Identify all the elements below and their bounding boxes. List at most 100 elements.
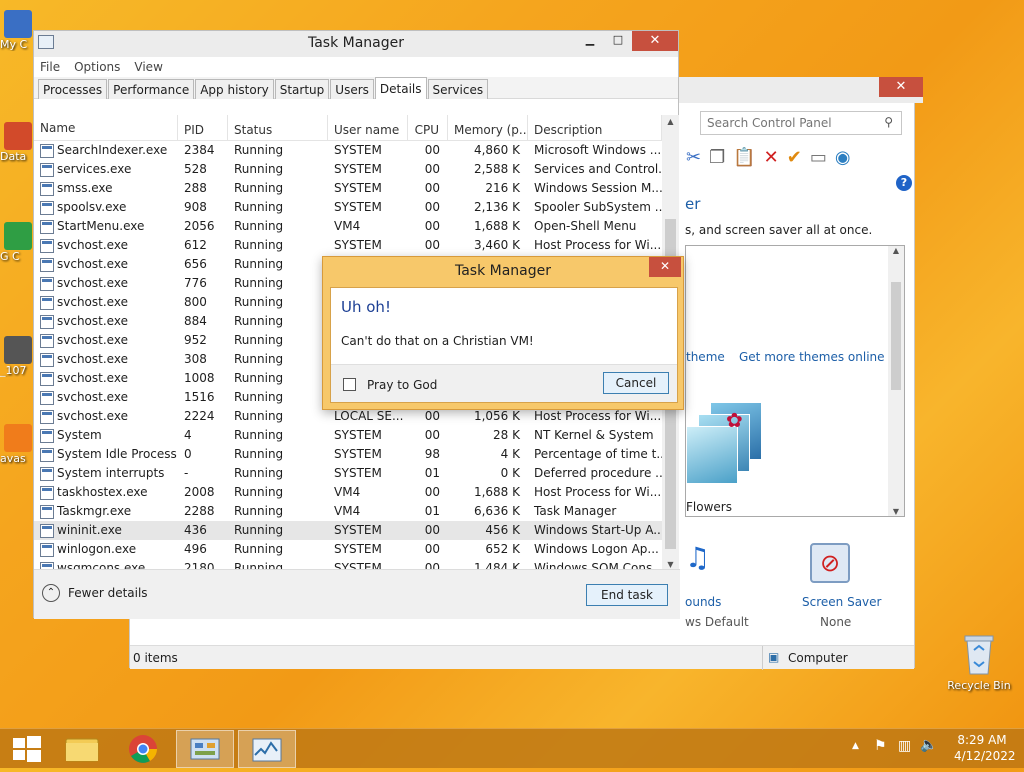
paste-icon[interactable]: 📋	[733, 147, 755, 173]
tab-app-history[interactable]: App history	[195, 79, 274, 99]
table-cell: Percentage of time t...	[534, 447, 662, 461]
table-cell: 1,688 K	[473, 485, 520, 499]
taskbar-task-manager[interactable]	[238, 730, 296, 768]
taskbar: ▲ ⚑ ▥ 🔈 8:29 AM 4/12/2022	[0, 728, 1024, 768]
desktop-icon[interactable]: My C	[0, 10, 34, 51]
tab-users[interactable]: Users	[330, 79, 374, 99]
table-row[interactable]: services.exe 528 Running SYSTEM 00 2,588 K Ser…	[34, 160, 662, 179]
menu-item-view[interactable]: View	[134, 57, 162, 77]
table-cell: 652 K	[485, 542, 520, 556]
table-cell: svchost.exe	[34, 255, 178, 274]
theme-list[interactable]: theme Get more themes online ✿ Flowers ▲…	[685, 245, 905, 517]
column-header[interactable]: CPU	[408, 115, 448, 140]
scissors-icon[interactable]: ✂	[686, 147, 701, 173]
table-row[interactable]: StartMenu.exe 2056 Running VM4 00 1,688 K Open…	[34, 217, 662, 236]
error-dialog[interactable]: Task Manager ✕ Uh oh! Can't do that on a…	[322, 256, 684, 410]
pray-checkbox[interactable]	[343, 378, 356, 391]
process-name: spoolsv.exe	[57, 200, 127, 214]
table-row[interactable]: smss.exe 288 Running SYSTEM 00 216 K Windows S…	[34, 179, 662, 198]
delete-icon[interactable]: ✕	[764, 147, 779, 173]
help-icon[interactable]: ?	[896, 175, 912, 191]
get-more-themes-link[interactable]: Get more themes online	[739, 350, 885, 364]
search-icon[interactable]: ⚲	[884, 115, 893, 129]
maximize-button[interactable]: □	[604, 31, 632, 51]
sounds-link[interactable]: ounds	[685, 595, 721, 609]
tab-details[interactable]: Details	[374, 77, 427, 99]
folder-icon	[65, 738, 99, 762]
fewer-details-toggle[interactable]: ⌃ Fewer details	[42, 584, 148, 602]
search-input[interactable]	[707, 113, 877, 133]
clock-time: 8:29 AM	[957, 733, 1007, 747]
table-row[interactable]: Taskmgr.exe 2288 Running VM4 01 6,636 K Task M…	[34, 502, 662, 521]
table-cell: SYSTEM	[334, 428, 382, 442]
table-row[interactable]: SearchIndexer.exe 2384 Running SYSTEM 00 4,86…	[34, 141, 662, 160]
column-header[interactable]: PID	[178, 115, 228, 140]
network-icon[interactable]: ▥	[898, 738, 911, 754]
task-manager-titlebar[interactable]: Task Manager ▁ □ ✕	[34, 31, 678, 57]
action-center-flag-icon[interactable]: ⚑	[874, 738, 887, 754]
dialog-titlebar[interactable]: Task Manager ✕	[323, 257, 683, 285]
end-task-button[interactable]: End task	[586, 584, 668, 606]
flowers-theme-thumbnail[interactable]: ✿	[686, 400, 762, 490]
tab-startup[interactable]: Startup	[274, 79, 330, 99]
screen-saver-icon[interactable]: ⊘	[810, 543, 850, 583]
table-row[interactable]: wininit.exe 436 Running SYSTEM 00 456 K Window…	[34, 521, 662, 540]
recycle-bin[interactable]: Recycle Bin	[944, 632, 1014, 692]
clock[interactable]: 8:29 AM 4/12/2022	[954, 733, 1016, 763]
table-cell: 3,460 K	[473, 238, 520, 252]
table-cell: SYSTEM	[334, 466, 382, 480]
column-header[interactable]: User name	[328, 115, 408, 140]
taskbar-chrome[interactable]	[114, 730, 172, 768]
save-theme-link[interactable]: theme	[686, 350, 725, 364]
table-row[interactable]: taskhostex.exe 2008 Running VM4 00 1,688 K Hos…	[34, 483, 662, 502]
tab-processes[interactable]: Processes	[38, 79, 108, 99]
desktop-icon[interactable]: avas	[0, 424, 34, 465]
menu-item-options[interactable]: Options	[74, 57, 120, 77]
taskbar-control-panel[interactable]	[176, 730, 234, 768]
column-header[interactable]: Description	[528, 115, 662, 140]
chevron-up-icon[interactable]: ⌃	[42, 584, 60, 602]
table-row[interactable]: System interrupts - Running SYSTEM 01 0 K Defe…	[34, 464, 662, 483]
dialog-close-button[interactable]: ✕	[649, 257, 681, 277]
table-row[interactable]: System 4 Running SYSTEM 00 28 K NT Kernel & Sy…	[34, 426, 662, 445]
show-hidden-icons[interactable]: ▲	[852, 741, 859, 751]
minimize-button[interactable]: ▁	[576, 31, 604, 51]
check-icon[interactable]: ✔	[787, 147, 802, 173]
fewer-details-label[interactable]: Fewer details	[68, 586, 148, 600]
column-header[interactable]: Name	[34, 115, 178, 140]
control-panel-close-button[interactable]: ✕	[879, 77, 923, 97]
menu-item-file[interactable]: File	[40, 57, 60, 77]
table-cell: svchost.exe	[34, 407, 178, 426]
column-header[interactable]: Status	[228, 115, 328, 140]
table-row[interactable]: spoolsv.exe 908 Running SYSTEM 00 2,136 K Spoo…	[34, 198, 662, 217]
close-button[interactable]: ✕	[632, 31, 678, 51]
table-row[interactable]: svchost.exe 612 Running SYSTEM 00 3,460 K Host…	[34, 236, 662, 255]
desktop-icon[interactable]: Data	[0, 122, 34, 163]
desktop-icon[interactable]: G C	[0, 222, 34, 263]
table-row[interactable]: System Idle Process 0 Running SYSTEM 98 4 K Pe…	[34, 445, 662, 464]
tab-performance[interactable]: Performance	[108, 79, 195, 99]
table-row[interactable]: wsqmcons.exe 2180 Running SYSTEM 00 1,484 K Wi…	[34, 559, 662, 569]
process-icon	[40, 200, 54, 215]
column-header[interactable]: Memory (p...	[448, 115, 528, 140]
properties-icon[interactable]: ▭	[810, 147, 827, 173]
process-name: services.exe	[57, 162, 132, 176]
control-panel-search[interactable]: ⚲	[700, 111, 902, 135]
table-cell: 28 K	[493, 428, 520, 442]
taskbar-file-explorer[interactable]	[54, 730, 112, 768]
globe-icon[interactable]: ◉	[835, 147, 851, 173]
volume-icon[interactable]: 🔈	[920, 737, 937, 753]
screen-saver-link[interactable]: Screen Saver	[802, 595, 881, 609]
pray-checkbox-label[interactable]: Pray to God	[367, 378, 437, 392]
table-cell: 656	[184, 257, 207, 271]
table-cell: 00	[424, 542, 440, 556]
task-manager-app-icon	[38, 35, 54, 49]
start-button[interactable]	[0, 730, 58, 768]
tab-services[interactable]: Services	[427, 79, 489, 99]
desktop-icon[interactable]: _107	[0, 336, 34, 377]
cancel-button[interactable]: Cancel	[603, 372, 669, 394]
sounds-icon[interactable]: ♫	[685, 541, 719, 587]
copy-icon[interactable]: ❐	[709, 147, 725, 173]
theme-list-scrollbar[interactable]: ▲ ▼	[888, 246, 904, 516]
table-row[interactable]: winlogon.exe 496 Running SYSTEM 00 652 K Windo…	[34, 540, 662, 559]
